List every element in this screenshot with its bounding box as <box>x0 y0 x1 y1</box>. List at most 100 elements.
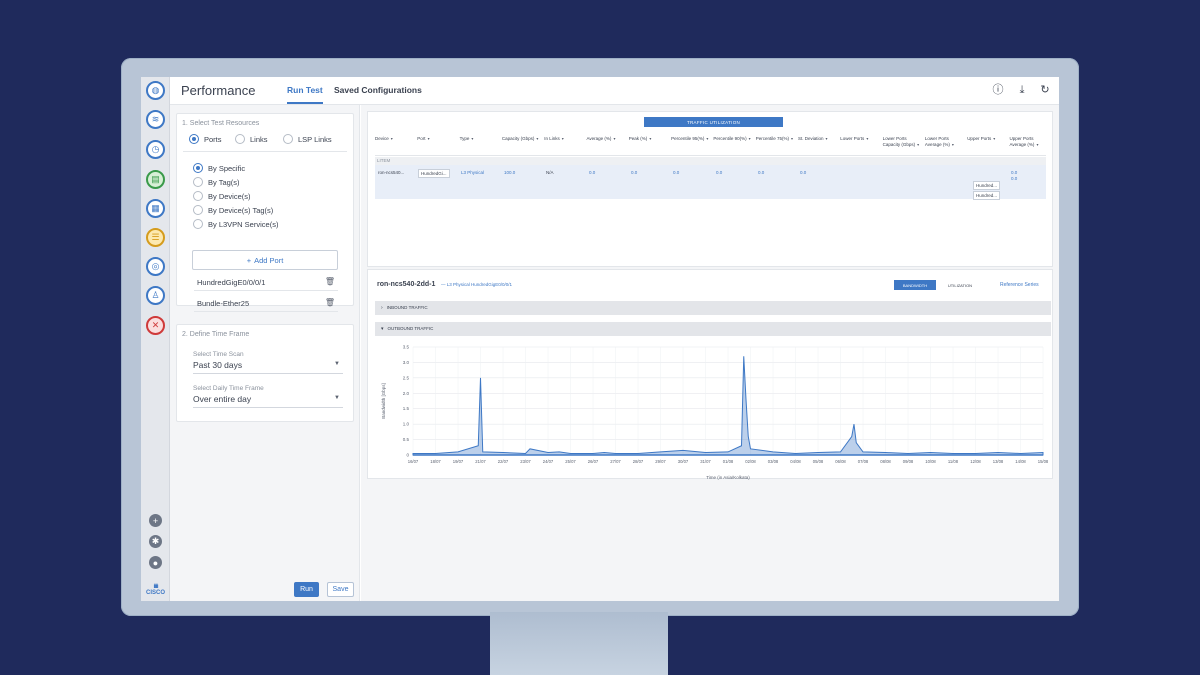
y-tick-label: 1.5 <box>403 406 410 411</box>
delete-icon[interactable]: 🗑 <box>325 277 335 286</box>
settings-icon[interactable]: ✱ <box>149 535 162 548</box>
traffic-utilization-button[interactable]: TRAFFIC UTILIZATION <box>644 117 783 127</box>
layers-icon[interactable]: ☰ <box>146 228 165 247</box>
column-header[interactable]: Lower Ports ▾ <box>840 136 878 142</box>
sort-icon[interactable]: ▾ <box>391 136 393 141</box>
column-header[interactable]: Type ▾ <box>460 136 498 142</box>
column-header[interactable]: St. Deviation ▾ <box>798 136 836 142</box>
section-label: INBOUND TRAFFIC <box>386 305 428 310</box>
tab-saved-configurations[interactable]: Saved Configurations <box>334 85 422 95</box>
add-port-button[interactable]: + Add Port <box>192 250 338 270</box>
radio-dot[interactable] <box>193 163 203 173</box>
sort-icon[interactable]: ▾ <box>471 136 473 141</box>
column-header[interactable]: Average (%) ▾ <box>587 136 625 142</box>
delete-icon[interactable]: 🗑 <box>325 298 335 307</box>
user-icon[interactable]: ● <box>149 556 162 569</box>
sort-icon[interactable]: ▾ <box>649 136 651 141</box>
sort-icon[interactable]: ▾ <box>749 136 751 141</box>
daily-time-select[interactable]: Over entire day ▼ <box>193 394 343 408</box>
radio-by-l3vpn[interactable]: By L3VPN Service(s) <box>193 219 278 229</box>
column-header[interactable]: Percentile 95(%) ▾ <box>671 136 709 142</box>
sort-icon[interactable]: ▾ <box>952 142 954 147</box>
device-title: ron-ncs540-2dd-1 <box>377 281 436 288</box>
bandwidth-toggle[interactable]: BANDWIDTH <box>894 280 936 290</box>
time-scan-select[interactable]: Past 30 days ▼ <box>193 360 343 374</box>
column-header[interactable]: Device ▾ <box>375 136 413 142</box>
cell-upper-port: Hundred... <box>973 191 1001 200</box>
radio-dot[interactable] <box>189 134 199 144</box>
x-tick-label: 06/08 <box>835 459 846 464</box>
sort-icon[interactable]: ▾ <box>562 136 564 141</box>
page-title: Performance <box>181 83 256 98</box>
section-label: OUTBOUND TRAFFIC <box>387 326 434 331</box>
radio-by-tags[interactable]: By Tag(s) <box>193 177 240 187</box>
outbound-traffic-section[interactable]: ▾ OUTBOUND TRAFFIC <box>375 322 1051 336</box>
radio-dot[interactable] <box>235 134 245 144</box>
x-tick-label: 22/07 <box>498 459 509 464</box>
y-tick-label: 3.0 <box>403 360 410 365</box>
download-icon[interactable]: ⤓ <box>1016 84 1028 96</box>
column-header[interactable]: Percentile 75(%) ▾ <box>756 136 794 142</box>
utilization-toggle[interactable]: UTILIZATION <box>941 280 979 290</box>
reference-series-link[interactable]: Reference Series <box>1000 282 1039 288</box>
column-header[interactable]: Lower Ports Capacity (Gbps) ▾ <box>883 136 921 148</box>
sort-icon[interactable]: ▾ <box>826 136 828 141</box>
radio-label: By L3VPN Service(s) <box>208 219 279 229</box>
sort-icon[interactable]: ▾ <box>706 136 708 141</box>
run-button[interactable]: Run <box>294 582 319 597</box>
radio-dot[interactable] <box>193 191 203 201</box>
radio-by-device-tags[interactable]: By Device(s) Tag(s) <box>193 205 273 215</box>
globe-icon[interactable]: ◍ <box>146 81 165 100</box>
radio-by-specific[interactable]: By Specific <box>193 163 245 173</box>
inbound-traffic-section[interactable]: › INBOUND TRAFFIC <box>375 301 1051 315</box>
radio-ports[interactable]: Ports <box>189 134 222 144</box>
sort-icon[interactable]: ▾ <box>613 136 615 141</box>
port-name: Bundle-Ether25 <box>197 299 250 308</box>
sort-icon[interactable]: ▾ <box>866 136 868 141</box>
radio-dot[interactable] <box>193 177 203 187</box>
add-icon[interactable]: + <box>149 514 162 527</box>
radio-by-devices[interactable]: By Device(s) <box>193 191 251 201</box>
cell-type[interactable]: L3 Physical <box>461 170 484 175</box>
network-icon[interactable]: ≋ <box>146 110 165 129</box>
sort-icon[interactable]: ▾ <box>917 142 919 147</box>
column-header[interactable]: Upper Ports Average (%) ▾ <box>1010 136 1048 148</box>
document-icon[interactable]: ▤ <box>146 170 165 189</box>
monitor-stand <box>490 612 668 675</box>
alert-icon[interactable]: ✕ <box>146 316 165 335</box>
sort-icon[interactable]: ▾ <box>993 136 995 141</box>
cell-stdev: 0.0 <box>800 170 807 175</box>
radio-links[interactable]: Links <box>235 134 268 144</box>
clock-icon[interactable]: ◷ <box>146 140 165 159</box>
column-header[interactable]: Port ▾ <box>417 136 455 142</box>
x-tick-label: 07/08 <box>858 459 869 464</box>
dashboard-icon[interactable]: ▦ <box>146 199 165 218</box>
column-header[interactable]: Upper Ports ▾ <box>967 136 1005 142</box>
column-header[interactable]: Percentile 90(%) ▾ <box>713 136 751 142</box>
table-row[interactable]: ron-ncs540... HundredGi... L3 Physical 1… <box>375 165 1046 200</box>
cell-peak: 0.0 <box>631 170 638 175</box>
sort-icon[interactable]: ▾ <box>791 136 793 141</box>
column-header[interactable]: Capacity (Gbps) ▾ <box>502 136 540 142</box>
sort-icon[interactable]: ▾ <box>428 136 430 141</box>
tab-run-test[interactable]: Run Test <box>287 85 323 104</box>
divider <box>183 151 347 152</box>
radio-lsp-links[interactable]: LSP Links <box>283 134 332 144</box>
x-tick-label: 29/07 <box>655 459 666 464</box>
x-tick-label: 08/08 <box>880 459 891 464</box>
sort-icon[interactable]: ▾ <box>536 136 538 141</box>
sort-icon[interactable]: ▾ <box>1036 142 1038 147</box>
chevron-down-icon: ▼ <box>334 395 340 401</box>
radio-dot[interactable] <box>193 205 203 215</box>
column-header[interactable]: Lower Ports Average (%) ▾ <box>925 136 963 148</box>
refresh-icon[interactable]: ↻ <box>1039 84 1051 96</box>
save-button[interactable]: Save <box>327 582 354 597</box>
target-icon[interactable]: ◎ <box>146 257 165 276</box>
radio-dot[interactable] <box>283 134 293 144</box>
column-header[interactable]: Peak (%) ▾ <box>629 136 667 142</box>
person-icon[interactable]: ♙ <box>146 286 165 305</box>
column-header[interactable]: In Links ▾ <box>544 136 582 142</box>
app-screen: ◍ ≋ ◷ ▤ ▦ ☰ ◎ ♙ ✕ + ✱ ● ılıılı CISCO Per… <box>141 77 1059 601</box>
radio-dot[interactable] <box>193 219 203 229</box>
help-icon[interactable]: ⓘ <box>992 84 1004 96</box>
